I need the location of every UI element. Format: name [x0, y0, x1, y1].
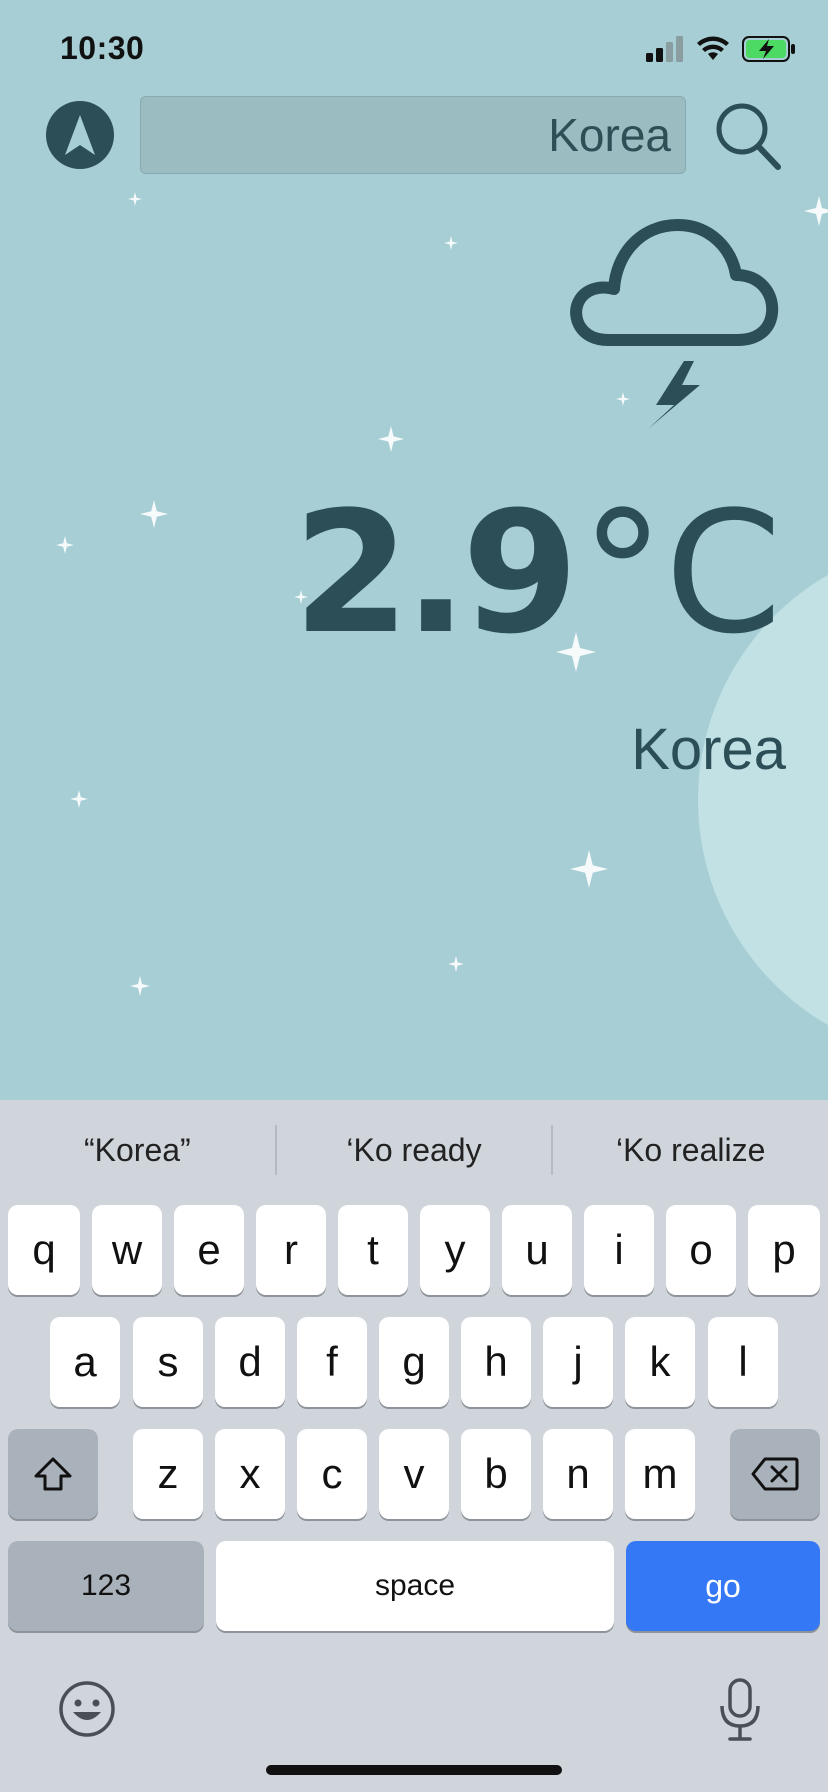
emoji-button[interactable]	[58, 1680, 118, 1740]
key-w[interactable]: w	[92, 1205, 162, 1295]
sparkle-icon	[130, 976, 150, 996]
city-name: Korea	[631, 717, 786, 782]
battery-charging-icon	[742, 36, 795, 62]
sparkle-icon	[56, 536, 74, 554]
temperature-display: 2.9 °C	[293, 488, 782, 658]
sparkle-icon	[804, 196, 828, 226]
key-g[interactable]: g	[379, 1317, 449, 1407]
key-j[interactable]: j	[543, 1317, 613, 1407]
sparkle-icon	[140, 500, 168, 528]
key-f[interactable]: f	[297, 1317, 367, 1407]
status-icons	[646, 36, 796, 62]
key-d[interactable]: d	[215, 1317, 285, 1407]
sparkle-icon	[378, 426, 404, 452]
go-key[interactable]: go	[626, 1541, 820, 1631]
sparkle-icon	[70, 790, 88, 808]
key-r[interactable]: r	[256, 1205, 326, 1295]
key-a[interactable]: a	[50, 1317, 120, 1407]
location-arrow-icon	[65, 115, 95, 155]
key-c[interactable]: c	[297, 1429, 367, 1519]
home-indicator[interactable]	[266, 1765, 562, 1775]
status-time: 10:30	[60, 30, 145, 66]
temperature-value: 2.9	[293, 475, 579, 671]
shift-icon	[34, 1457, 72, 1491]
key-u[interactable]: u	[502, 1205, 572, 1295]
search-button[interactable]	[712, 98, 784, 174]
key-q[interactable]: q	[8, 1205, 80, 1295]
wifi-icon	[697, 36, 729, 60]
dictation-button[interactable]	[718, 1678, 766, 1744]
key-i[interactable]: i	[584, 1205, 654, 1295]
sparkle-icon	[448, 956, 464, 972]
search-input[interactable]	[141, 97, 685, 173]
current-location-button[interactable]	[46, 101, 114, 169]
key-y[interactable]: y	[420, 1205, 490, 1295]
suggestion-item[interactable]: ‘Ko ready	[277, 1132, 552, 1169]
search-icon	[716, 103, 781, 170]
key-n[interactable]: n	[543, 1429, 613, 1519]
key-m[interactable]: m	[625, 1429, 695, 1519]
suggestion-item[interactable]: “Korea”	[0, 1132, 275, 1169]
key-z[interactable]: z	[133, 1429, 203, 1519]
backspace-icon	[751, 1457, 799, 1491]
numbers-key[interactable]: 123	[8, 1541, 204, 1631]
key-o[interactable]: o	[666, 1205, 736, 1295]
key-b[interactable]: b	[461, 1429, 531, 1519]
keyboard: “Korea” ‘Ko ready ‘Ko realize q w e r t …	[0, 1100, 828, 1792]
suggestion-bar: “Korea” ‘Ko ready ‘Ko realize	[0, 1100, 828, 1200]
key-e[interactable]: e	[174, 1205, 244, 1295]
cellular-signal-icon	[646, 36, 683, 62]
key-s[interactable]: s	[133, 1317, 203, 1407]
emoji-icon	[59, 1681, 115, 1737]
space-key[interactable]: space	[216, 1541, 614, 1631]
key-x[interactable]: x	[215, 1429, 285, 1519]
weather-screen: 10:30 Korea 2.9 °C Korea	[0, 0, 828, 1100]
temperature-unit: °C	[580, 475, 782, 671]
key-v[interactable]: v	[379, 1429, 449, 1519]
sparkle-icon	[570, 850, 608, 888]
backspace-key[interactable]	[730, 1429, 820, 1519]
key-t[interactable]: t	[338, 1205, 408, 1295]
key-h[interactable]: h	[461, 1317, 531, 1407]
sparkle-icon	[444, 236, 458, 250]
key-l[interactable]: l	[708, 1317, 778, 1407]
search-field[interactable]	[140, 96, 686, 174]
cloud-lightning-icon	[570, 219, 779, 429]
microphone-icon	[720, 1678, 760, 1741]
key-p[interactable]: p	[748, 1205, 820, 1295]
suggestion-item[interactable]: ‘Ko realize	[553, 1132, 828, 1169]
sparkle-icon	[128, 192, 142, 206]
shift-key[interactable]	[8, 1429, 98, 1519]
status-bar: 10:30	[0, 0, 828, 100]
key-k[interactable]: k	[625, 1317, 695, 1407]
